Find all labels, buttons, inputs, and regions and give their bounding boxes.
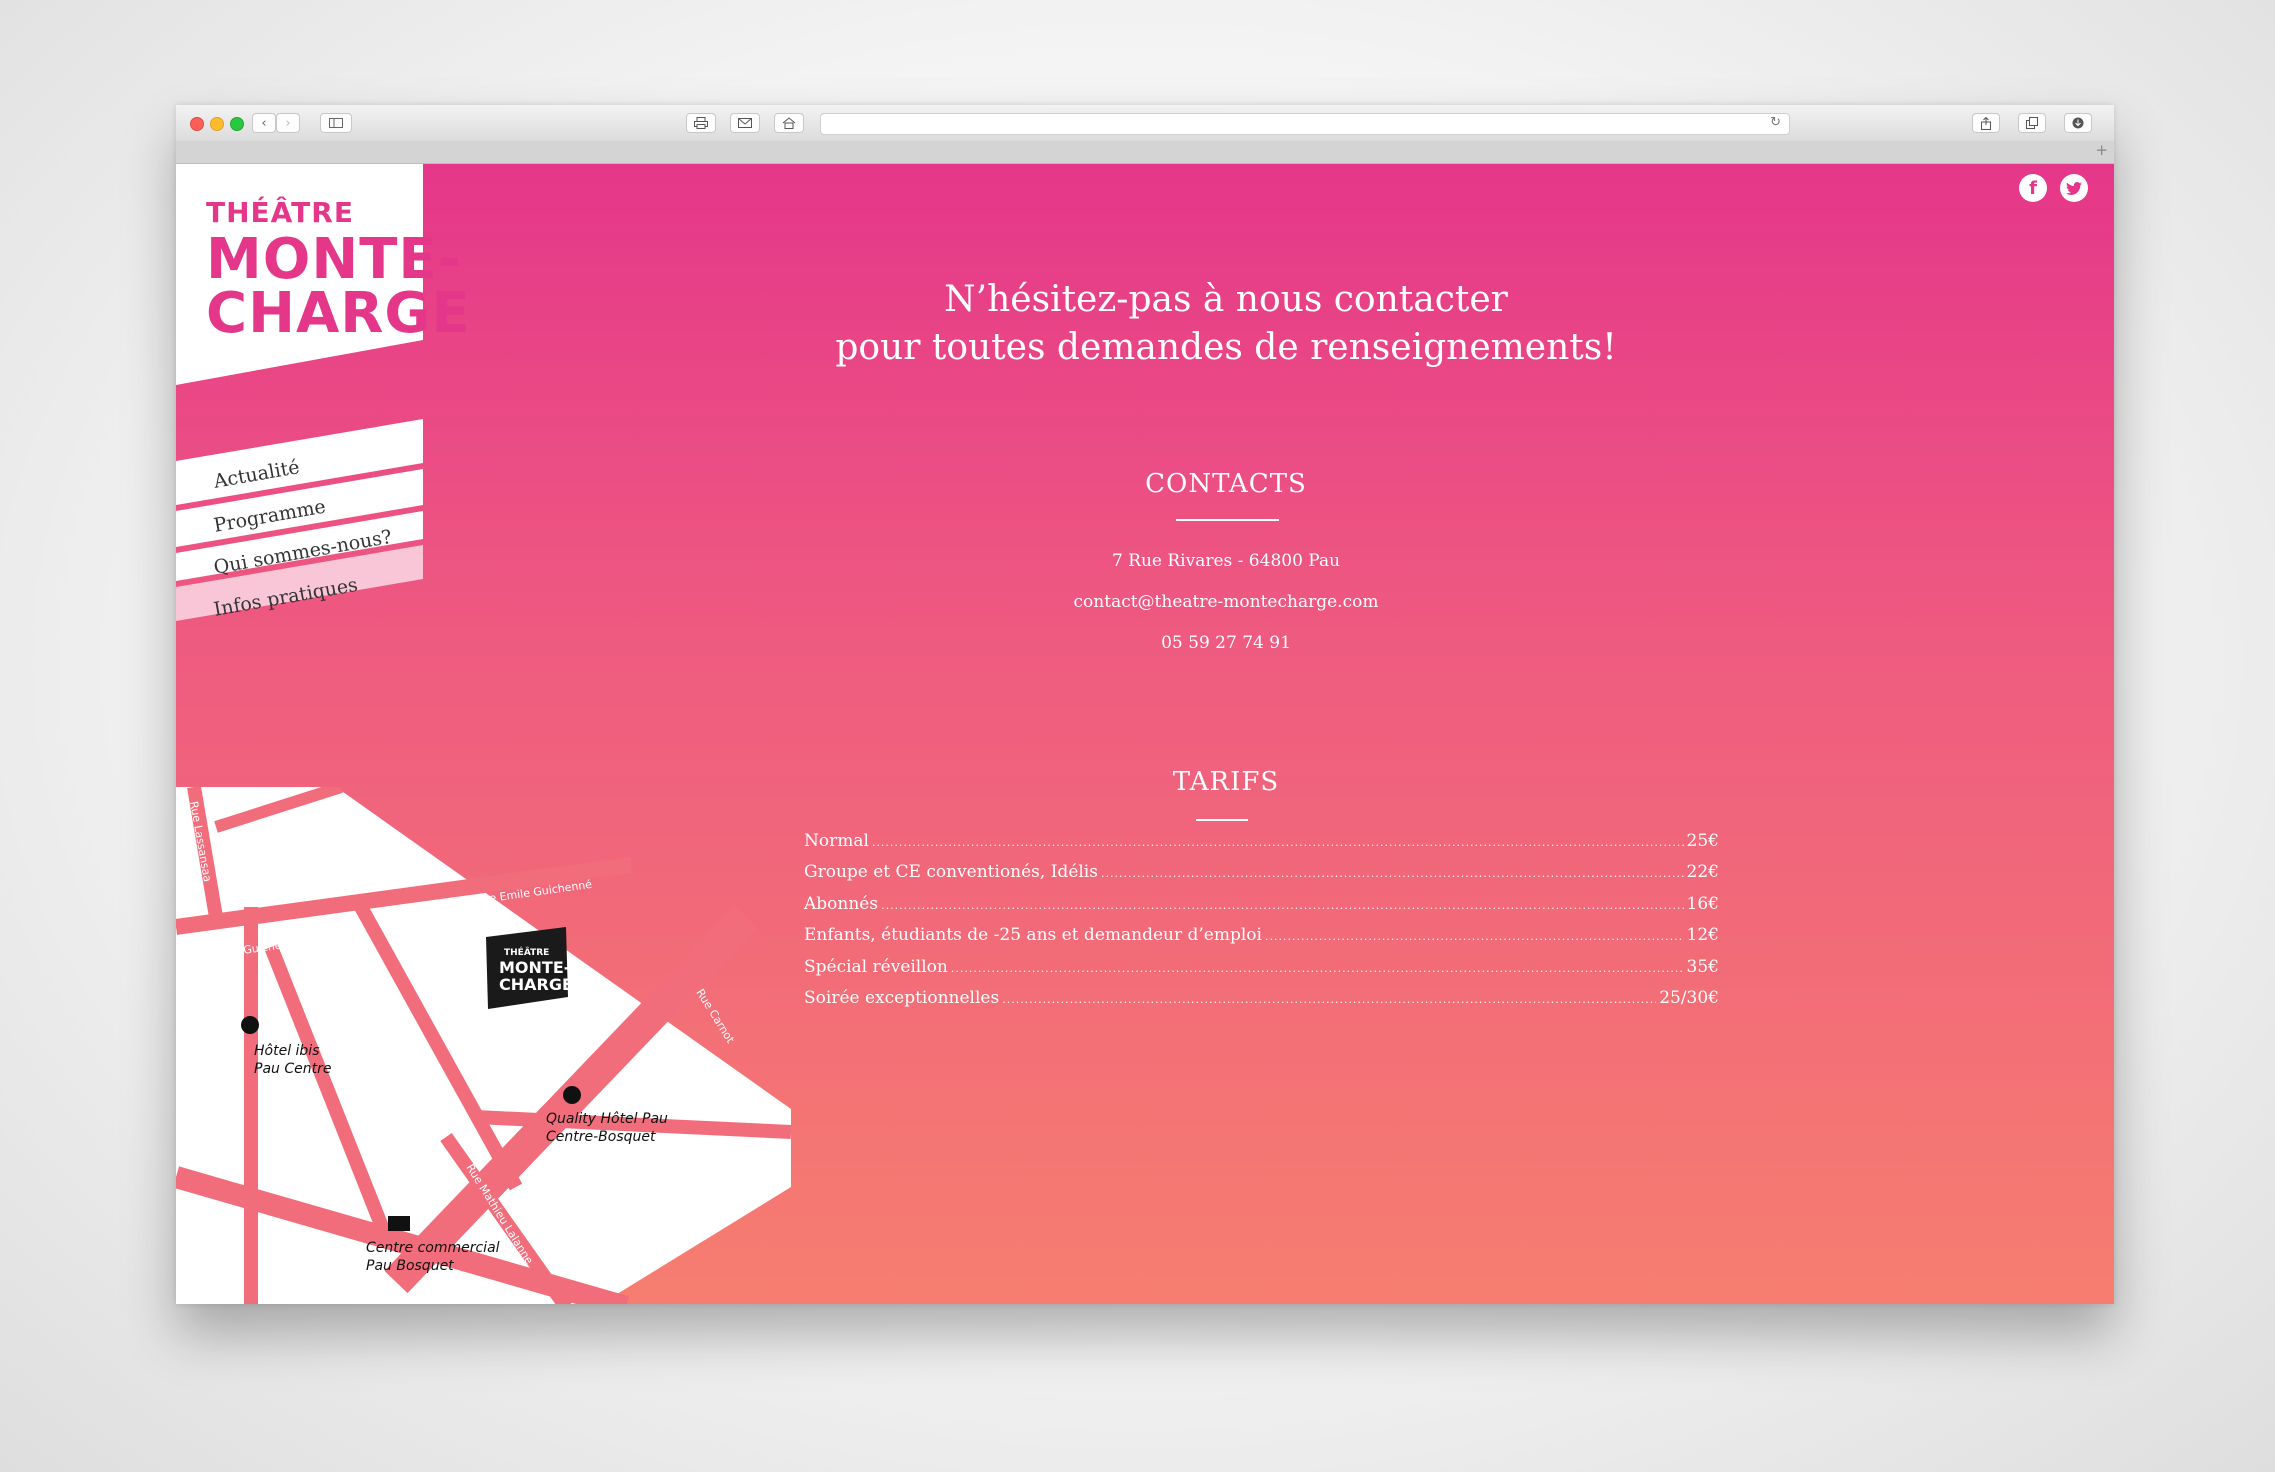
tarif-price: 25/30€ <box>1659 987 1719 1008</box>
place-label: Quality Hôtel Pau <box>546 1111 668 1127</box>
tarifs-list: Normal..................................… <box>804 831 1719 1019</box>
tarif-label: Normal <box>804 831 869 851</box>
contact-phone: 05 59 27 74 91 <box>1161 633 1291 653</box>
tarif-row: Soirée exceptionnelles..................… <box>804 988 1719 1019</box>
headline-line-1: N’hésitez-pas à nous contacter <box>944 279 1508 320</box>
marker-line: CHARGE <box>499 975 573 994</box>
tarif-price: 25€ <box>1686 831 1719 851</box>
tabs-icon <box>2026 117 2038 129</box>
tab-bar: + <box>176 141 2114 164</box>
print-button[interactable] <box>686 113 716 133</box>
tarif-row: Normal..................................… <box>804 831 1719 862</box>
hotel-dot <box>563 1086 581 1104</box>
share-button[interactable] <box>1972 113 2000 133</box>
logo[interactable]: THÉÂTRE MONTE- CHARGE <box>176 164 470 394</box>
tarif-label: Groupe et CE conventionés, Idélis <box>804 862 1098 883</box>
chevron-left-icon: ‹ <box>261 115 267 131</box>
home-icon <box>782 117 796 129</box>
tabs-overview-button[interactable] <box>2018 113 2046 133</box>
browser-toolbar: ‹ › ↻ <box>176 105 2114 142</box>
tarif-label: Soirée exceptionnelles <box>804 987 1000 1008</box>
sidebar-icon <box>329 118 343 128</box>
theatre-marker[interactable]: THÉÂTRE MONTE- CHARGE <box>486 927 573 1009</box>
place-label: Pau Bosquet <box>366 1258 454 1274</box>
browser-window: ‹ › ↻ + THÉÂTRE MONTE- CHARGE Actualité … <box>176 105 2114 1304</box>
tarifs-title: TARIFS <box>1172 767 1280 797</box>
share-icon <box>1981 116 1991 130</box>
tarif-dots: ........................................… <box>1264 930 1684 944</box>
web-page: THÉÂTRE MONTE- CHARGE Actualité Programm… <box>176 164 2114 1304</box>
contacts-title: CONTACTS <box>1145 469 1307 499</box>
tarif-row: Spécial réveillon.......................… <box>804 957 1719 988</box>
tarif-price: 16€ <box>1686 893 1719 914</box>
logo-line-charge: CHARGE <box>206 281 471 346</box>
tarif-row: Abonnés.................................… <box>804 894 1719 925</box>
tarif-label: Spécial réveillon <box>804 956 948 977</box>
tarif-price: 12€ <box>1686 925 1719 946</box>
chevron-right-icon: › <box>285 115 291 131</box>
download-icon <box>2072 117 2084 129</box>
home-button[interactable] <box>774 113 804 133</box>
facebook-button[interactable]: f <box>2019 174 2047 202</box>
minimize-window-button[interactable] <box>210 117 224 131</box>
street-label: Rue Carnot <box>693 987 737 1046</box>
tarif-dots: ........................................… <box>1002 992 1656 1006</box>
tarif-label: Enfants, étudiants de -25 ans et demande… <box>804 925 1262 946</box>
tarif-dots: ........................................… <box>1100 867 1684 881</box>
sidebar-toggle-button[interactable] <box>320 113 352 133</box>
mail-button[interactable] <box>730 113 760 133</box>
tarif-label: Abonnés <box>804 893 879 914</box>
back-button[interactable]: ‹ <box>252 113 276 133</box>
twitter-button[interactable] <box>2060 174 2088 202</box>
close-window-button[interactable] <box>190 117 204 131</box>
page-headline: N’hésitez-pas à nous contacter pour tout… <box>726 276 1726 372</box>
main-nav: Actualité Programme Qui sommes-nous? Inf… <box>176 419 426 629</box>
tarif-dots: ........................................… <box>950 961 1684 975</box>
downloads-button[interactable] <box>2064 113 2092 133</box>
new-tab-button[interactable]: + <box>2095 141 2108 159</box>
forward-button[interactable]: › <box>276 113 300 133</box>
facebook-icon: f <box>2029 177 2037 199</box>
address-bar[interactable]: ↻ <box>820 113 1790 135</box>
contact-email[interactable]: contact@theatre-montecharge.com <box>1026 592 1426 612</box>
place-label: Hôtel ibis <box>254 1043 320 1059</box>
tarif-dots: ........................................… <box>881 898 1683 912</box>
tarif-row: Groupe et CE conventionés, Idélis.......… <box>804 862 1719 893</box>
place-label: Centre-Bosquet <box>546 1129 656 1145</box>
logo-line-theatre: THÉÂTRE <box>206 196 354 229</box>
tarif-price: 22€ <box>1686 862 1719 883</box>
twitter-icon <box>2066 181 2082 195</box>
place-label: Pau Centre <box>254 1061 331 1077</box>
zoom-window-button[interactable] <box>230 117 244 131</box>
marker-line: THÉÂTRE <box>504 946 549 958</box>
logo-line-monte: MONTE- <box>206 227 462 292</box>
place-label: Centre commercial <box>366 1240 500 1256</box>
tarif-dots: ........................................… <box>871 836 1684 849</box>
reload-icon[interactable]: ↻ <box>1770 115 1781 130</box>
tarif-row: Enfants, étudiants de -25 ans et demande… <box>804 925 1719 956</box>
headline-line-2: pour toutes demandes de renseignements! <box>835 327 1617 368</box>
tarifs-divider <box>1196 819 1248 821</box>
mail-icon <box>738 118 752 128</box>
print-icon <box>694 117 708 129</box>
contacts-divider <box>1176 519 1279 521</box>
tarif-price: 35€ <box>1686 956 1719 977</box>
shopping-marker <box>388 1216 410 1231</box>
contact-address: 7 Rue Rivares - 64800 Pau <box>1111 551 1341 571</box>
hotel-dot <box>241 1016 259 1034</box>
location-map: Rue Lassansaa Rue Solferino Rue Emile Gu… <box>176 787 792 1304</box>
